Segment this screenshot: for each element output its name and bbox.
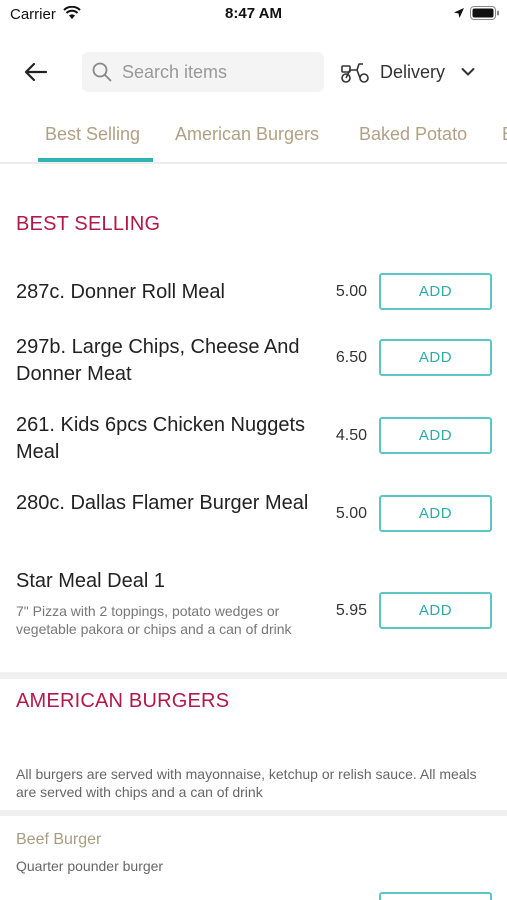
item-name: 261. Kids 6pcs Chicken Nuggets Meal xyxy=(16,414,306,463)
item-name: Star Meal Deal 1 xyxy=(16,570,165,592)
search-icon xyxy=(92,62,112,82)
section-note: All burgers are served with mayonnaise, … xyxy=(16,766,477,800)
tab-best-selling[interactable]: Best Selling xyxy=(45,124,140,145)
add-button[interactable]: ADD xyxy=(379,592,492,629)
item-description: Quarter pounder burger xyxy=(16,858,164,874)
item-price: 5.95 xyxy=(335,602,367,619)
status-bar: Carrier 8:47 AM xyxy=(0,0,507,30)
section-divider xyxy=(0,672,507,679)
add-button[interactable]: ADD xyxy=(379,339,492,376)
battery-icon xyxy=(470,6,499,20)
item-name: 297b. Large Chips, Cheese And Donner Mea… xyxy=(16,336,300,385)
active-tab-indicator xyxy=(38,158,153,162)
search-input[interactable] xyxy=(122,52,317,92)
search-box[interactable] xyxy=(82,52,324,92)
location-arrow-icon xyxy=(454,8,464,18)
category-tabs: Best Selling American Burgers Baked Pota… xyxy=(0,112,507,164)
add-button[interactable]: ADD xyxy=(379,495,492,532)
item-name: 280c. Dallas Flamer Burger Meal xyxy=(16,492,309,514)
arrow-left-icon xyxy=(24,62,48,82)
item-price: 6.50 xyxy=(335,349,367,366)
item-price: 5.00 xyxy=(335,283,367,300)
item-description: 7" Pizza with 2 toppings, potato wedges … xyxy=(16,603,292,637)
section-divider xyxy=(0,810,507,816)
add-button[interactable]: ADD xyxy=(379,273,492,310)
item-price: 4.50 xyxy=(335,427,367,444)
item-price: 5.00 xyxy=(335,505,367,522)
add-button-partial[interactable] xyxy=(379,892,492,900)
tab-baked-potato[interactable]: Baked Potato xyxy=(359,124,467,145)
section-title-best-selling: BEST SELLING xyxy=(16,213,161,235)
delivery-mode-selector[interactable]: Delivery xyxy=(340,52,490,92)
delivery-label: Delivery xyxy=(380,61,446,82)
top-bar: Delivery xyxy=(0,44,507,100)
tab-american-burgers[interactable]: American Burgers xyxy=(175,124,319,145)
scooter-icon xyxy=(341,63,369,83)
add-button[interactable]: ADD xyxy=(379,417,492,454)
item-name: 287c. Donner Roll Meal xyxy=(16,281,225,303)
chevron-down-icon xyxy=(461,68,475,76)
section-title-american-burgers: AMERICAN BURGERS xyxy=(16,690,230,712)
tab-next[interactable]: B xyxy=(502,124,507,145)
item-name: Beef Burger xyxy=(16,831,102,848)
back-button[interactable] xyxy=(20,56,52,88)
clock: 8:47 AM xyxy=(225,5,282,22)
